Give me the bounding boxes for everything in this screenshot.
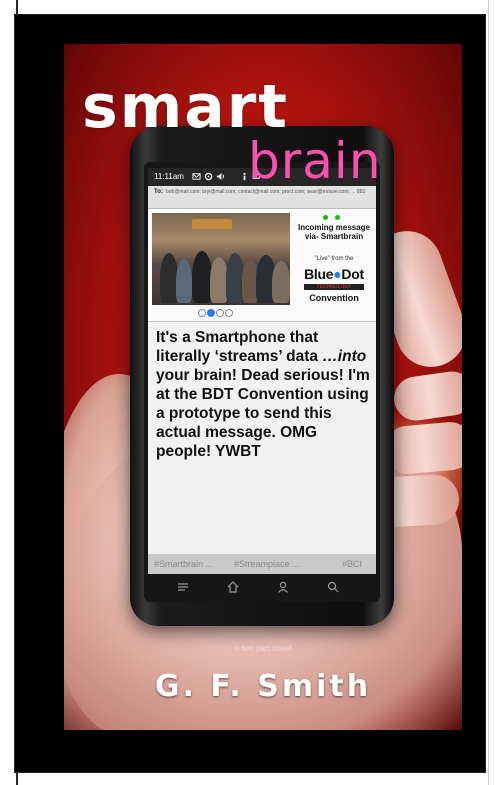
bluedot-logo-part1: Blue	[304, 266, 334, 282]
technology-bar: TECHNOLOGY	[304, 284, 364, 290]
finger-1	[391, 368, 462, 424]
message-body: It's a Smartphone that literally ‘stream…	[156, 328, 370, 461]
hero-card: Incoming message via- Smartbrain "Live" …	[148, 209, 376, 322]
message-part2: your brain! Dead serious! I'm at the BDT…	[156, 367, 370, 460]
hashtag-3[interactable]: #BCI	[342, 554, 362, 574]
subtitle: a two part novel	[234, 644, 292, 653]
status-time: 11:11am	[154, 172, 184, 181]
carousel-dot[interactable]	[225, 309, 233, 317]
hero-side-panel: Incoming message via- Smartbrain "Live" …	[294, 211, 374, 317]
hashtag-2[interactable]: #Streamplace ...	[234, 554, 300, 574]
message-part1: It's a Smartphone that literally ‘stream…	[156, 329, 323, 365]
to-label: To:	[154, 189, 163, 195]
menu-icon[interactable]	[176, 580, 190, 594]
search-icon[interactable]	[326, 580, 340, 594]
phone-bezel: 11:11am To: bob@mail.com; bryl@mail.com;…	[144, 162, 380, 602]
book-cover: 11:11am To: bob@mail.com; bryl@mail.com;…	[64, 44, 462, 730]
carousel-dot[interactable]	[198, 309, 206, 317]
convention-text: Convention	[309, 293, 359, 303]
message-emphasis: …into	[322, 348, 367, 365]
email-icon	[192, 173, 201, 180]
to-value: bob@mail.com; bryl@mail.com; contact@mai…	[166, 189, 366, 195]
status-dots	[321, 215, 345, 221]
bluedot-logo-part2: Dot	[341, 266, 364, 282]
smartphone: 11:11am To: bob@mail.com; bryl@mail.com;…	[130, 126, 394, 626]
incoming-message-text: Incoming message via- Smartbrain	[297, 223, 371, 241]
live-from-text: "Live" from the	[314, 256, 354, 262]
home-icon[interactable]	[226, 580, 240, 594]
carousel-dots[interactable]	[198, 307, 258, 317]
carousel-dot[interactable]	[216, 309, 224, 317]
profile-icon[interactable]	[276, 580, 290, 594]
author-name: G. F. Smith	[154, 669, 372, 704]
convention-photo	[152, 213, 290, 305]
volume-icon	[216, 172, 224, 181]
bluedot-logo: Blue●Dot	[304, 266, 364, 282]
title-brain: brain	[248, 132, 382, 190]
hashtag-bar: #Smartbrain ... #Streamplace ... #BCI	[148, 554, 376, 574]
carousel-dot-active[interactable]	[207, 309, 215, 317]
right-border-line	[488, 0, 489, 785]
phone-screen: 11:11am To: bob@mail.com; bryl@mail.com;…	[148, 168, 376, 574]
settings-icon	[204, 172, 213, 181]
phone-navbar	[148, 576, 376, 598]
hashtag-1[interactable]: #Smartbrain ...	[154, 554, 213, 574]
